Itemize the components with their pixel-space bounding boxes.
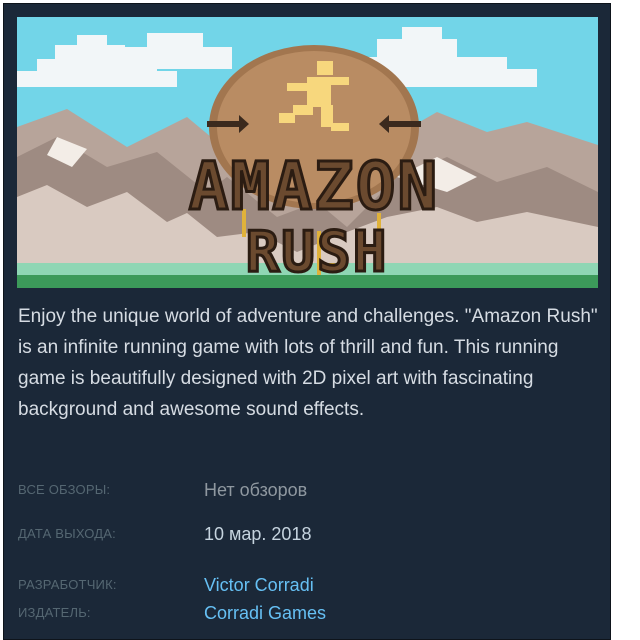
developer-row: РАЗРАБОТЧИК: Victor Corradi — [18, 572, 598, 598]
game-logo-title: AMAZON — [189, 148, 439, 225]
game-description: Enjoy the unique world of adventure and … — [18, 306, 598, 420]
reviews-row: ВСЕ ОБЗОРЫ: Нет обзоров — [18, 477, 598, 503]
publisher-row: ИЗДАТЕЛЬ: Corradi Games — [18, 600, 598, 626]
publisher-link[interactable]: Corradi Games — [204, 600, 326, 626]
amazon-rush-artwork: AMAZON RUSH — [17, 17, 598, 288]
reviews-label: ВСЕ ОБЗОРЫ: — [18, 482, 111, 497]
reviews-value: Нет обзоров — [204, 480, 308, 500]
game-logo-subtitle: RUSH — [246, 220, 389, 285]
release-date-label: ДАТА ВЫХОДА: — [18, 526, 116, 541]
developer-label: РАЗРАБОТЧИК: — [18, 577, 117, 592]
developer-link[interactable]: Victor Corradi — [204, 572, 314, 598]
game-hover-panel: AMAZON RUSH Enjoy the unique world of ad… — [3, 3, 611, 640]
release-date-value: 10 мар. 2018 — [204, 524, 312, 544]
publisher-label: ИЗДАТЕЛЬ: — [18, 605, 91, 620]
release-date-row: ДАТА ВЫХОДА: 10 мар. 2018 — [18, 521, 598, 547]
game-capsule-image[interactable]: AMAZON RUSH — [17, 17, 598, 288]
